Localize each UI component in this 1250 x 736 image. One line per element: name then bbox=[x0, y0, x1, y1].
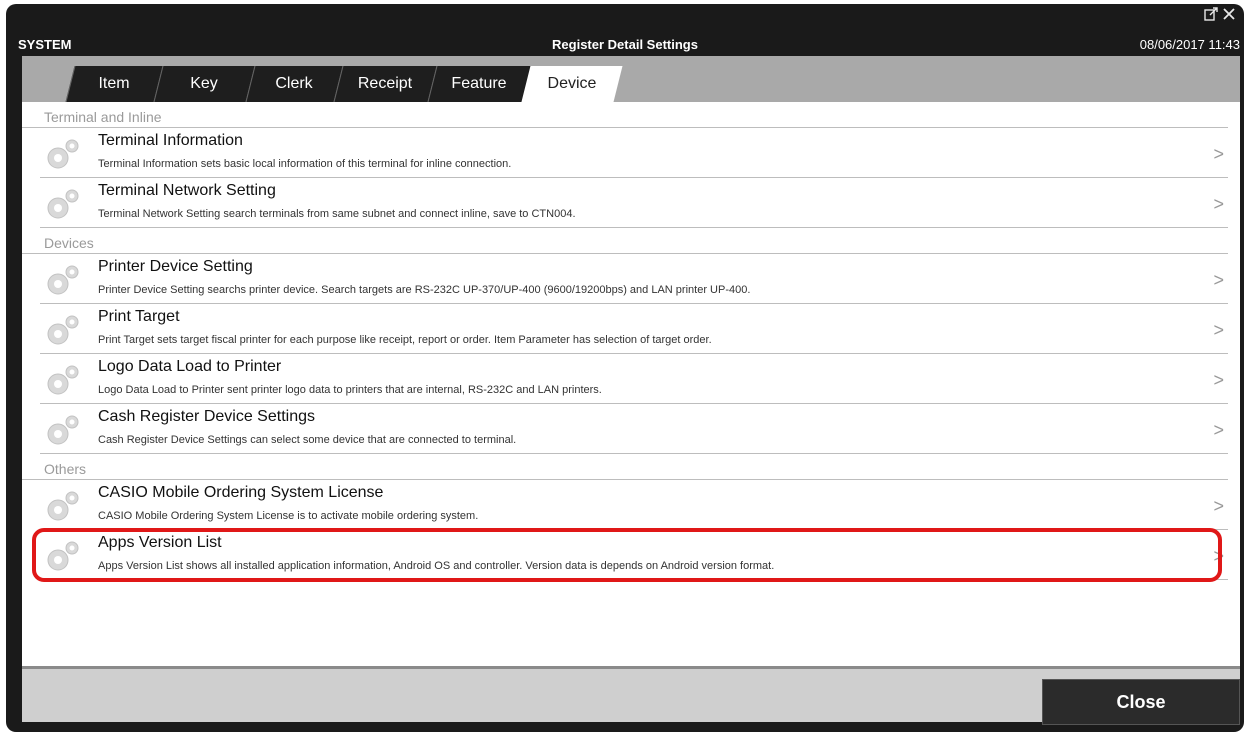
tab-bar: Item Key Clerk Receipt Feature Device bbox=[22, 56, 1240, 102]
item-title: CASIO Mobile Ordering System License bbox=[98, 484, 384, 501]
title-bar: SYSTEM Register Detail Settings 08/06/20… bbox=[6, 4, 1244, 52]
gear-icon bbox=[44, 262, 82, 298]
tab-clerk[interactable]: Clerk bbox=[245, 66, 343, 102]
gear-icon bbox=[44, 412, 82, 448]
item-description: Logo Data Load to Printer sent printer l… bbox=[98, 384, 602, 396]
chevron-right-icon: > bbox=[1213, 420, 1224, 440]
item-title: Terminal Network Setting bbox=[98, 182, 276, 199]
footer-bar: Close bbox=[22, 666, 1240, 725]
item-description: Apps Version List shows all installed ap… bbox=[98, 560, 775, 572]
settings-list: Terminal and Inline Terminal Information… bbox=[22, 102, 1240, 666]
tab-item[interactable]: Item bbox=[65, 66, 163, 102]
item-title: Logo Data Load to Printer bbox=[98, 358, 282, 375]
list-item-print-target[interactable]: Print Target Print Target sets target fi… bbox=[40, 304, 1228, 354]
item-title: Terminal Information bbox=[98, 132, 243, 149]
section-header: Terminal and Inline bbox=[22, 102, 1228, 128]
item-description: CASIO Mobile Ordering System License is … bbox=[98, 510, 479, 522]
chevron-right-icon: > bbox=[1213, 320, 1224, 340]
item-title: Print Target bbox=[98, 308, 180, 325]
list-item-terminal-network-setting[interactable]: Terminal Network Setting Terminal Networ… bbox=[40, 178, 1228, 228]
list-item-cash-register-device-settings[interactable]: Cash Register Device Settings Cash Regis… bbox=[40, 404, 1228, 454]
window-title: Register Detail Settings bbox=[552, 37, 698, 52]
gear-icon bbox=[44, 136, 82, 172]
chevron-right-icon: > bbox=[1213, 194, 1224, 214]
chevron-right-icon: > bbox=[1213, 370, 1224, 390]
chevron-right-icon: > bbox=[1213, 144, 1224, 164]
list-item-printer-device-setting[interactable]: Printer Device Setting Printer Device Se… bbox=[40, 254, 1228, 304]
section-header: Devices bbox=[22, 228, 1228, 254]
list-item-casio-mobile-ordering-license[interactable]: CASIO Mobile Ordering System License CAS… bbox=[40, 480, 1228, 530]
item-description: Printer Device Setting searchs printer d… bbox=[98, 284, 751, 296]
tab-device[interactable]: Device bbox=[521, 66, 623, 102]
gear-icon bbox=[44, 538, 82, 574]
item-description: Print Target sets target fiscal printer … bbox=[98, 334, 712, 346]
gear-icon bbox=[44, 488, 82, 524]
item-description: Terminal Network Setting search terminal… bbox=[98, 208, 576, 220]
tab-receipt[interactable]: Receipt bbox=[333, 66, 437, 102]
tab-key[interactable]: Key bbox=[153, 66, 255, 102]
item-title: Printer Device Setting bbox=[98, 258, 253, 275]
settings-screen: Item Key Clerk Receipt Feature Device Te… bbox=[22, 56, 1240, 725]
list-item-logo-data-load[interactable]: Logo Data Load to Printer Logo Data Load… bbox=[40, 354, 1228, 404]
datetime: 08/06/2017 11:43 bbox=[1139, 37, 1240, 52]
close-icon[interactable] bbox=[1222, 7, 1236, 21]
list-item-apps-version-list[interactable]: Apps Version List Apps Version List show… bbox=[40, 530, 1228, 580]
close-button[interactable]: Close bbox=[1042, 679, 1240, 725]
list-item-terminal-information[interactable]: Terminal Information Terminal Informatio… bbox=[40, 128, 1228, 178]
item-title: Apps Version List bbox=[98, 534, 222, 551]
device-frame: SYSTEM Register Detail Settings 08/06/20… bbox=[6, 4, 1244, 732]
item-description: Terminal Information sets basic local in… bbox=[98, 158, 512, 170]
gear-icon bbox=[44, 312, 82, 348]
item-title: Cash Register Device Settings bbox=[98, 408, 315, 425]
chevron-right-icon: > bbox=[1213, 496, 1224, 516]
tab-feature[interactable]: Feature bbox=[427, 66, 531, 102]
chevron-right-icon: > bbox=[1213, 546, 1224, 566]
gear-icon bbox=[44, 186, 82, 222]
window-controls bbox=[1204, 7, 1236, 21]
chevron-right-icon: > bbox=[1213, 270, 1224, 290]
section-header: Others bbox=[22, 454, 1228, 480]
gear-icon bbox=[44, 362, 82, 398]
item-description: Cash Register Device Settings can select… bbox=[98, 434, 517, 446]
popout-icon[interactable] bbox=[1204, 7, 1218, 21]
